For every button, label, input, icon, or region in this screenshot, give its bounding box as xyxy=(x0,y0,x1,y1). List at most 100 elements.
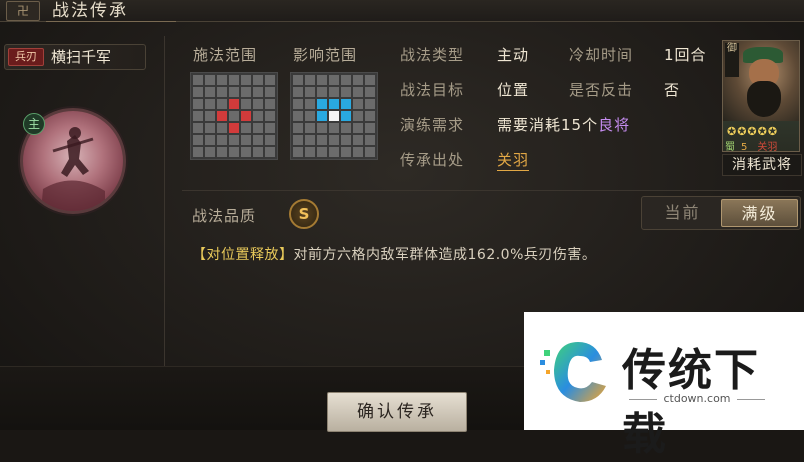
grid-cell xyxy=(253,111,263,121)
grid-cell xyxy=(293,147,303,157)
watermark: 传统下载 ctdown.com xyxy=(524,312,804,460)
grid-cell xyxy=(253,135,263,145)
confirm-inherit-button[interactable]: 确认传承 xyxy=(327,392,467,432)
grid-cell xyxy=(329,123,339,133)
grid-cell xyxy=(229,87,239,97)
drill-requirement-label: 演练需求 xyxy=(400,116,465,134)
section-divider xyxy=(182,190,802,191)
grid-cell xyxy=(365,75,375,85)
drill-unit: 良将 xyxy=(598,116,631,134)
grid-cell xyxy=(217,99,227,109)
grid-cell xyxy=(193,135,203,145)
grid-cell xyxy=(305,123,315,133)
grid-cell xyxy=(329,87,339,97)
grid-cell xyxy=(293,75,303,85)
grid-cell xyxy=(317,111,327,121)
general-cost: 5 xyxy=(741,142,748,152)
skill-name-tag: 兵刃 横扫千军 xyxy=(4,44,146,70)
grid-cell xyxy=(293,111,303,121)
skill-type-label: 战法类型 xyxy=(400,46,465,64)
grid-cell xyxy=(353,135,363,145)
skill-quality-label: 战法品质 xyxy=(192,207,257,225)
watermark-logo-icon xyxy=(540,342,606,402)
general-name: 关羽 xyxy=(757,142,778,152)
grid-cell xyxy=(193,147,203,157)
skill-description: 【对位置释放】对前方六格内敌军群体造成162.0%兵刃伤害。 xyxy=(192,244,596,264)
current-level-tab[interactable]: 当前 xyxy=(644,199,721,227)
grid-cell xyxy=(305,75,315,85)
grid-cell xyxy=(305,99,315,109)
grid-cell xyxy=(241,123,251,133)
grid-cell xyxy=(317,135,327,145)
source-label: 传承出处 xyxy=(400,151,465,169)
grid-cell xyxy=(365,87,375,97)
card-side-tag: 御 xyxy=(725,43,739,77)
grid-cell xyxy=(365,135,375,145)
grid-cell xyxy=(193,123,203,133)
grid-cell xyxy=(265,135,275,145)
grid-cell xyxy=(341,147,351,157)
grid-cell xyxy=(265,123,275,133)
grid-cell xyxy=(341,111,351,121)
grid-cell xyxy=(365,99,375,109)
grid-cell xyxy=(217,87,227,97)
grid-cell xyxy=(229,135,239,145)
level-toggle: 当前 满级 xyxy=(641,196,801,230)
grid-cell xyxy=(329,111,339,121)
grid-cell xyxy=(293,123,303,133)
source-general-link[interactable]: 关羽 xyxy=(497,149,530,171)
grid-cell xyxy=(229,111,239,121)
grid-cell xyxy=(241,135,251,145)
effect-range-grid xyxy=(290,72,378,160)
grid-cell xyxy=(205,75,215,85)
description-tag: 【对位置释放】 xyxy=(192,247,294,263)
counter-label: 是否反击 xyxy=(569,81,634,99)
grid-cell xyxy=(193,99,203,109)
grid-cell xyxy=(217,123,227,133)
grid-cell xyxy=(365,111,375,121)
grid-cell xyxy=(341,75,351,85)
grid-cell xyxy=(253,87,263,97)
skill-type-badge: 兵刃 xyxy=(8,48,44,66)
grid-cell xyxy=(317,147,327,157)
grid-cell xyxy=(253,123,263,133)
grid-cell xyxy=(317,87,327,97)
grid-cell xyxy=(217,135,227,145)
max-level-tab[interactable]: 满级 xyxy=(721,199,798,227)
grid-cell xyxy=(293,135,303,145)
grid-cell xyxy=(353,75,363,85)
faction-badge: 蜀 xyxy=(725,142,735,152)
title-ornament-icon: 卍 xyxy=(6,1,40,21)
general-card[interactable]: 御 ✪✪✪✪✪ 蜀 5 关羽 xyxy=(722,40,800,152)
grid-cell xyxy=(241,147,251,157)
skill-name: 横扫千军 xyxy=(51,48,112,66)
skill-target-label: 战法目标 xyxy=(400,81,465,99)
grid-cell xyxy=(365,147,375,157)
grid-cell xyxy=(253,147,263,157)
description-text: 对前方六格内敌军群体造成162.0%兵刃伤害。 xyxy=(293,247,597,263)
grid-cell xyxy=(293,99,303,109)
main-skill-badge: 主 xyxy=(23,113,45,135)
grid-cell xyxy=(217,111,227,121)
grid-cell xyxy=(265,147,275,157)
quality-grade-badge: S xyxy=(289,199,319,229)
grid-cell xyxy=(229,123,239,133)
grid-cell xyxy=(265,87,275,97)
effect-range-label: 影响范围 xyxy=(293,46,358,64)
grid-cell xyxy=(265,99,275,109)
grid-cell xyxy=(205,87,215,97)
grid-cell xyxy=(229,147,239,157)
grid-cell xyxy=(205,99,215,109)
grid-cell xyxy=(305,147,315,157)
grid-cell xyxy=(217,147,227,157)
grid-cell xyxy=(293,87,303,97)
grid-cell xyxy=(265,75,275,85)
skill-target-value: 位置 xyxy=(497,81,530,99)
grid-cell xyxy=(205,147,215,157)
grid-cell xyxy=(353,99,363,109)
grid-cell xyxy=(341,135,351,145)
grid-cell xyxy=(241,111,251,121)
grid-cell xyxy=(329,147,339,157)
grid-cell xyxy=(353,111,363,121)
grid-cell xyxy=(353,147,363,157)
